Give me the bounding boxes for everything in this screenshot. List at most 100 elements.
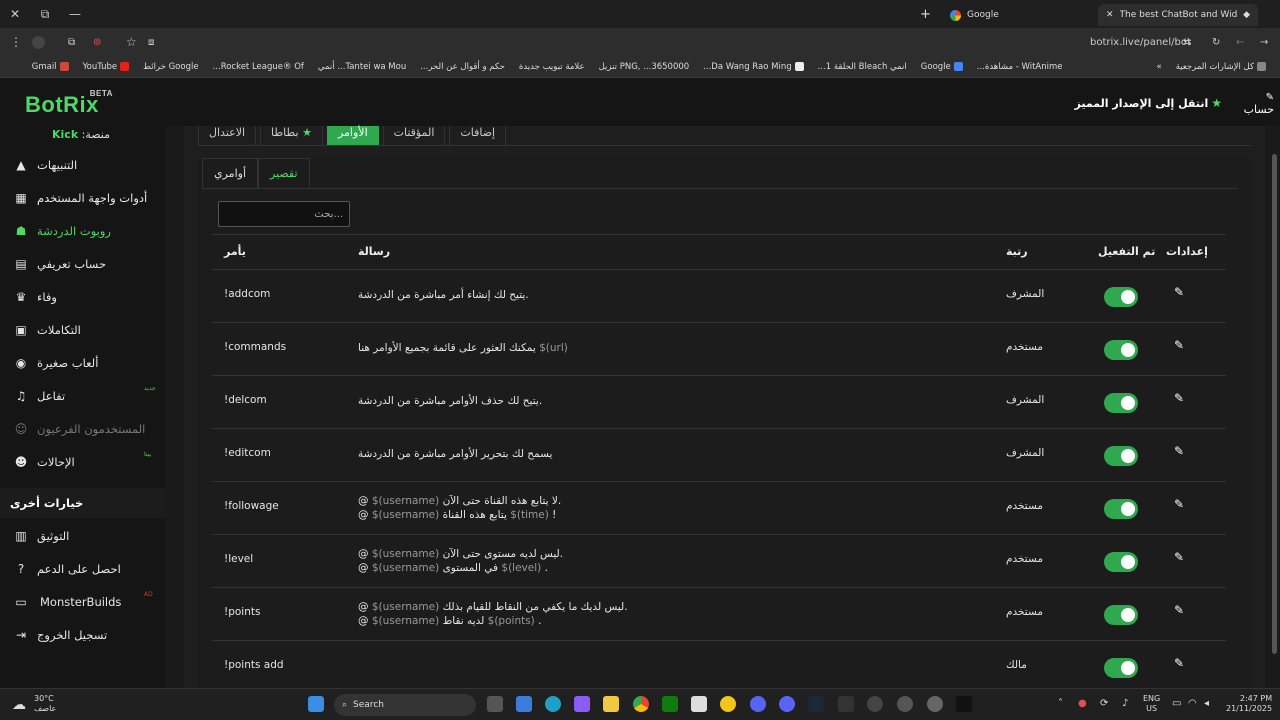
windows-start-icon[interactable] [308,696,324,712]
close-window-icon[interactable]: ✕ [0,7,30,21]
enabled-toggle[interactable] [1104,499,1138,519]
enabled-toggle[interactable] [1104,552,1138,572]
bookmark-maps[interactable]: Google خرائط [143,62,198,72]
tab-addons[interactable]: إضافات [449,126,507,146]
edit-pencil-icon[interactable]: ✎ [1174,603,1184,617]
page-scrollbar[interactable] [1270,126,1280,688]
enabled-toggle[interactable] [1104,393,1138,413]
chrome-icon[interactable] [633,696,649,712]
sidebar-item-integrations[interactable]: ▣ التكاملات [0,315,166,345]
enabled-toggle[interactable] [1104,340,1138,360]
tune-icon[interactable]: ⇆ [1183,37,1191,48]
discord-icon[interactable] [750,696,766,712]
bookmark-bleach[interactable]: انمي Bleach الحلقة 1... [818,62,907,72]
url-text[interactable]: botrix.live/panel/bot [1090,37,1191,48]
app-icon-2[interactable] [838,696,854,712]
premium-link[interactable]: انتقل إلى الإصدار المميز ★ [1075,96,1222,110]
share-icon[interactable]: ⧈ [148,37,154,48]
copilot-icon[interactable] [574,696,590,712]
bookmark-rocket[interactable]: Rocket League® Of... [213,62,304,72]
xbox-icon[interactable] [662,696,678,712]
tab-potato[interactable]: بطاطا ★ [260,126,323,146]
window-menu-icon[interactable]: ⧉ [30,7,60,22]
bookmark-youtube[interactable]: YouTube [83,62,130,72]
sidebar-item-monsterbuilds[interactable]: ▭ MonsterBuilds AD [0,587,166,617]
store-icon[interactable] [516,696,532,712]
task-view-icon[interactable] [487,696,503,712]
shield-icon[interactable]: ⊚ [93,37,101,48]
mic-icon[interactable]: ♪ [1122,698,1128,709]
volume-icon[interactable]: ◂ [1204,698,1209,709]
sidebar-item-minigames[interactable]: ◉ ألعاب صغيرة [0,348,166,378]
edit-pencil-icon[interactable]: ✎ [1174,656,1184,670]
sidebar-item-alerts[interactable]: ▲ التنبيهات [0,150,166,180]
bookmark-google[interactable]: Google [921,62,963,72]
tray-chevron-icon[interactable]: ˄ [1058,698,1063,709]
tab-timers[interactable]: المؤقتات [382,126,446,146]
wifi-icon[interactable]: ◠ [1188,698,1197,709]
edit-pencil-icon[interactable]: ✎ [1174,338,1184,352]
forward-icon[interactable]: ← [1236,37,1244,48]
sidebar-item-interaction[interactable]: ♫ تفاعل جديد [0,381,166,411]
bookmark-tantei[interactable]: Tantei wa Mou... أنمي [318,62,406,72]
app-icon[interactable] [720,696,736,712]
sidebar-item-widgets[interactable]: ▦ أدوات واجهة المستخدم [0,183,166,213]
edit-pencil-icon[interactable]: ✎ [1174,444,1184,458]
enabled-toggle[interactable] [1104,446,1138,466]
app-icon-3[interactable] [867,696,883,712]
menu-dots-icon[interactable]: ⋮ [10,35,22,49]
steam-icon[interactable] [808,696,824,712]
weather-widget[interactable]: 30°C عاصف [34,694,56,714]
tray-app-icon[interactable]: ● [1078,698,1087,709]
sidebar-item-support[interactable]: ? احصل على الدعم [0,554,166,584]
sidebar-item-loyalty[interactable]: ♛ وفاء [0,282,166,312]
discord-ptb-icon[interactable] [779,696,795,712]
tab-default[interactable]: تقصير [258,158,310,189]
close-tab-icon[interactable]: ✕ [1106,10,1114,20]
bookmark-witanime[interactable]: WitAnime - مشاهدة... [977,62,1063,72]
language-indicator[interactable]: ENG US [1143,694,1160,714]
tab-my-commands[interactable]: أوامري [202,158,258,189]
bookmark-all[interactable]: كل الإشارات المرجعية [1176,62,1266,72]
minimize-icon[interactable]: — [60,7,90,21]
tab-botrix[interactable]: ✕ The best ChatBot and Widgets ◆ [1098,4,1258,26]
enabled-toggle[interactable] [1104,605,1138,625]
reload-icon[interactable]: ↻ [1212,37,1220,48]
tray-sync-icon[interactable]: ⟳ [1100,698,1108,709]
sidebar-item-profile[interactable]: ▤ حساب تعريفي [0,249,166,279]
extensions-icon[interactable]: ⧉ [68,37,75,48]
tiktok-icon[interactable] [956,696,972,712]
edit-pencil-icon[interactable]: ✎ [1174,285,1184,299]
bookmark-quotes[interactable]: حكم و أقوال عن الحر... [420,62,505,72]
botrix-logo[interactable]: BotRix BETA [25,89,112,118]
bookmark-dawang[interactable]: Da Wang Rao Ming... [703,62,804,72]
tab-google[interactable]: Google [942,4,1092,26]
bookmark-png[interactable]: PNG, ...3650000 تنزيل [599,62,690,72]
search-input[interactable] [218,201,350,227]
taskbar-search[interactable]: ⌕ Search [334,694,476,716]
sidebar-item-docs[interactable]: ▥ التوثيق [0,521,166,551]
bookmark-more[interactable]: » [1156,62,1161,72]
display-icon[interactable]: ▭ [1172,698,1181,709]
tab-moderation[interactable]: الاعتدال [198,126,257,146]
enabled-toggle[interactable] [1104,287,1138,307]
file-explorer-icon[interactable] [603,696,619,712]
edge-icon[interactable] [545,696,561,712]
back-icon[interactable]: → [1260,37,1268,48]
enabled-toggle[interactable] [1104,658,1138,678]
edit-pencil-icon[interactable]: ✎ [1174,391,1184,405]
roblox-icon[interactable] [691,696,707,712]
bookmark-star-icon[interactable]: ☆ [126,35,137,49]
tab-commands[interactable]: الأوامر [326,126,379,146]
bookmark-newtab[interactable]: علامة تبويب جديدة [519,62,585,72]
sidebar-item-subusers[interactable]: ☺ المستخدمون الفرعيون [0,414,166,444]
profile-icon[interactable] [32,35,45,49]
account-menu[interactable]: ✎ حساب [1234,90,1274,116]
steelseries-icon[interactable] [927,696,943,712]
sidebar-item-referrals[interactable]: ☻ الإحالات بيتا [0,447,166,477]
edit-pencil-icon[interactable]: ✎ [1174,497,1184,511]
scrollbar-thumb[interactable] [1272,154,1277,654]
new-tab-icon[interactable]: + [920,7,931,22]
sidebar-item-logout[interactable]: ⇥ تسجيل الخروج [0,620,166,650]
app-icon-4[interactable] [897,696,913,712]
